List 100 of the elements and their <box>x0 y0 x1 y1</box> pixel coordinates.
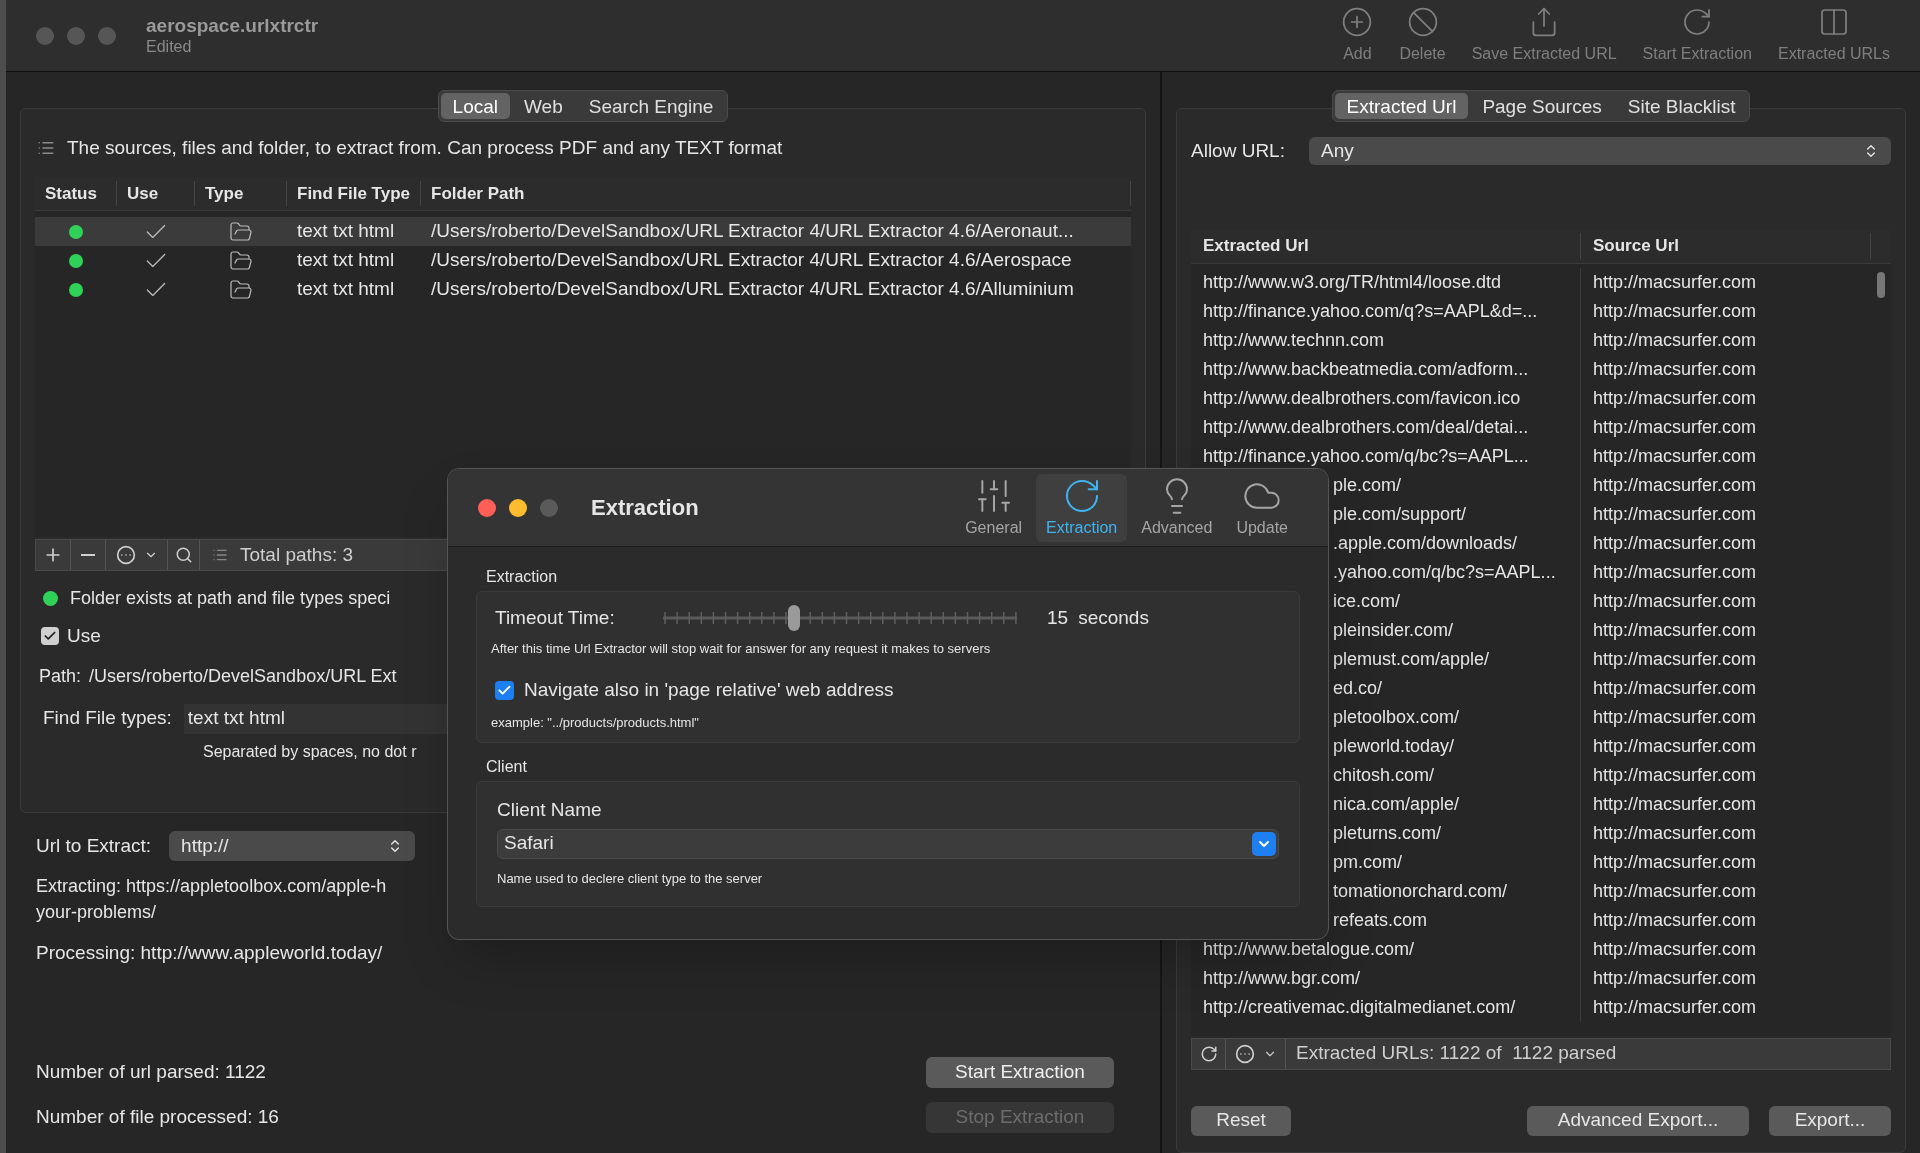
export-button[interactable]: Reset <box>1191 1105 1291 1136</box>
preferences-tab[interactable]: General <box>955 473 1033 542</box>
url-cell-text: http://macsurfer.com <box>1593 415 1757 439</box>
folder-icon <box>229 277 253 302</box>
url-cell-text: http://macsurfer.com <box>1593 734 1757 758</box>
export-button[interactable]: Advanced Export... <box>1527 1105 1749 1136</box>
section-title: Client <box>486 757 528 777</box>
total-paths-text: Total paths: 3 <box>240 542 354 567</box>
url-cell-text: ple.com/support/ <box>1333 502 1467 526</box>
table-row[interactable]: text txt html /Users/roberto/DevelSandbox/URL Extractor 4/URL Extractor 4.6/Aerospace <box>35 246 1131 275</box>
file-types-hint: Separated by spaces, no dot r <box>203 741 418 762</box>
url-cell-text: http://www.dealbrothers.com/favicon.ico <box>1203 386 1521 410</box>
url-cell-text: .apple.com/downloads/ <box>1333 531 1518 555</box>
url-cell-text: tomationorchard.com/ <box>1333 879 1508 903</box>
timeout-slider[interactable] <box>663 605 1017 632</box>
window-title: aerospace.urlxtrctr <box>146 13 319 38</box>
navigate-checkbox[interactable] <box>495 680 514 700</box>
table-cell-text: text txt html <box>296 277 396 302</box>
table-row[interactable]: text txt html /Users/roberto/DevelSandbox/URL Extractor 4/URL Extractor 4.6/Alluminium <box>35 275 1131 304</box>
prohibited-icon <box>1406 5 1439 38</box>
url-cell-text: http://macsurfer.com <box>1593 502 1757 526</box>
minimize-icon[interactable] <box>509 498 527 517</box>
url-cell-text: refeats.com <box>1333 908 1428 932</box>
ellipsis-icon <box>115 545 136 565</box>
search-icon <box>174 546 193 564</box>
url-cell-text: ice.com/ <box>1333 589 1401 613</box>
url-cell-text: http://www.dealbrothers.com/deal/detai... <box>1203 415 1529 439</box>
url-cell-text: http://macsurfer.com <box>1593 328 1757 352</box>
url-select[interactable]: http:// <box>169 831 416 861</box>
column-header[interactable]: Folder Path <box>421 180 1131 207</box>
url-cell-text: http://macsurfer.com <box>1593 879 1757 903</box>
preferences-tab[interactable]: Advanced <box>1131 473 1223 542</box>
url-cell-text: ple.com/ <box>1333 473 1402 497</box>
description-text: The sources, files and folder, to extract from. Can process PDF and any TEXT format <box>67 135 783 160</box>
preferences-tab[interactable]: Extraction <box>1036 473 1128 542</box>
close-icon[interactable] <box>478 498 496 517</box>
client-select[interactable]: Safari <box>497 828 1279 859</box>
action-button[interactable]: Start Extraction <box>926 1057 1114 1088</box>
extracting-text: Extracting: https://appletoolbox.com/apple-h your-problems/ <box>36 875 387 924</box>
url-cell-text: http://macsurfer.com <box>1593 850 1757 874</box>
client-name-label: Client Name <box>497 799 602 820</box>
table-cell-text: /Users/roberto/DevelSandbox/URL Extractor 4/URL Extractor 4.6/Alluminium <box>430 277 1075 302</box>
count-text: Number of url parsed: 1122 <box>36 1060 266 1085</box>
url-cell-text: pleworld.today/ <box>1333 734 1455 758</box>
folder-icon <box>229 248 253 273</box>
section-title: Extraction <box>486 567 559 587</box>
status-text: Folder exists at path and file types speci <box>70 587 391 610</box>
scrollbar-thumb[interactable] <box>1877 271 1885 298</box>
segment-tab[interactable]: Extracted Url <box>1334 93 1469 119</box>
preferences-tab[interactable]: Update <box>1226 473 1298 542</box>
url-cell-text: http://macsurfer.com <box>1593 560 1757 584</box>
url-cell-text: http://macsurfer.com <box>1593 618 1757 642</box>
table-cell-text: /Users/roberto/DevelSandbox/URL Extractor 4/URL Extractor 4.6/Aeronaut... <box>430 219 1075 244</box>
example-text: example: "../products/products.html" <box>491 713 700 732</box>
url-cell-text: http://macsurfer.com <box>1593 357 1757 381</box>
url-cell-text: http://macsurfer.com <box>1593 531 1757 555</box>
url-cell-text: pletoolbox.com/ <box>1333 705 1460 729</box>
url-cell-text: http://macsurfer.com <box>1593 589 1757 613</box>
timeout-unit: seconds <box>1078 606 1149 630</box>
url-cell-text: http://macsurfer.com <box>1593 995 1757 1019</box>
navigate-label: Navigate also in 'page relative' web address <box>524 678 894 702</box>
export-button[interactable]: Export... <box>1769 1105 1891 1136</box>
segment-tab[interactable]: Search Engine <box>576 93 726 119</box>
url-cell-text: http://www.betalogue.com/ <box>1203 937 1415 961</box>
url-cell-text: http://macsurfer.com <box>1593 299 1757 323</box>
column-header[interactable]: Status <box>35 180 117 207</box>
table-cell-text: text txt html <box>296 219 396 244</box>
add-icon <box>1341 5 1374 38</box>
segment-tab[interactable]: Site Blacklist <box>1615 93 1748 119</box>
url-cell-text: .yahoo.com/q/bc?s=AAPL... <box>1333 560 1556 584</box>
url-cell-text: http://www.bgr.com/ <box>1203 966 1361 990</box>
column-header[interactable]: Source Url <box>1581 233 1871 259</box>
column-header[interactable]: Extracted Url <box>1191 233 1581 259</box>
segment-tab[interactable]: Local <box>440 93 510 119</box>
allow-url-select[interactable]: Any <box>1309 137 1891 166</box>
table-row[interactable]: text txt html /Users/roberto/DevelSandbox/URL Extractor 4/URL Extractor 4.6/Aeronaut... <box>35 217 1131 246</box>
column-header[interactable]: Type <box>195 180 287 207</box>
allow-url-label: Allow URL: <box>1191 139 1285 163</box>
slider-thumb[interactable] <box>787 605 800 632</box>
dialog-title: Extraction <box>591 494 699 522</box>
url-cell-text: ed.co/ <box>1333 676 1383 700</box>
url-cell-text: http://macsurfer.com <box>1593 821 1757 845</box>
ellipsis-icon <box>1234 1043 1255 1064</box>
segment-tab[interactable]: Web <box>512 93 575 119</box>
file-types-label: Find File types: <box>43 706 172 731</box>
column-header[interactable]: Find File Type <box>287 180 421 207</box>
column-header[interactable]: Use <box>117 180 195 207</box>
path-value: /Users/roberto/DevelSandbox/URL Ext <box>89 664 397 688</box>
url-cell-text: http://macsurfer.com <box>1593 444 1757 468</box>
refresh-icon <box>1199 1044 1218 1063</box>
url-cell-text: http://macsurfer.com <box>1593 966 1757 990</box>
url-cell-text: nica.com/apple/ <box>1333 792 1460 816</box>
url-cell-text: http://www.backbeatmedia.com/adform... <box>1203 357 1529 381</box>
url-cell-text: http://finance.yahoo.com/q?s=AAPL&d=... <box>1203 299 1538 323</box>
url-cell-text: http://www.technn.com <box>1203 328 1385 352</box>
use-label: Use <box>67 624 101 648</box>
use-checkbox[interactable] <box>41 627 59 646</box>
segment-tab[interactable]: Page Sources <box>1470 93 1614 119</box>
url-cell-text: http://www.w3.org/TR/html4/loose.dtd <box>1203 270 1502 294</box>
url-cell-text: chitosh.com/ <box>1333 763 1435 787</box>
